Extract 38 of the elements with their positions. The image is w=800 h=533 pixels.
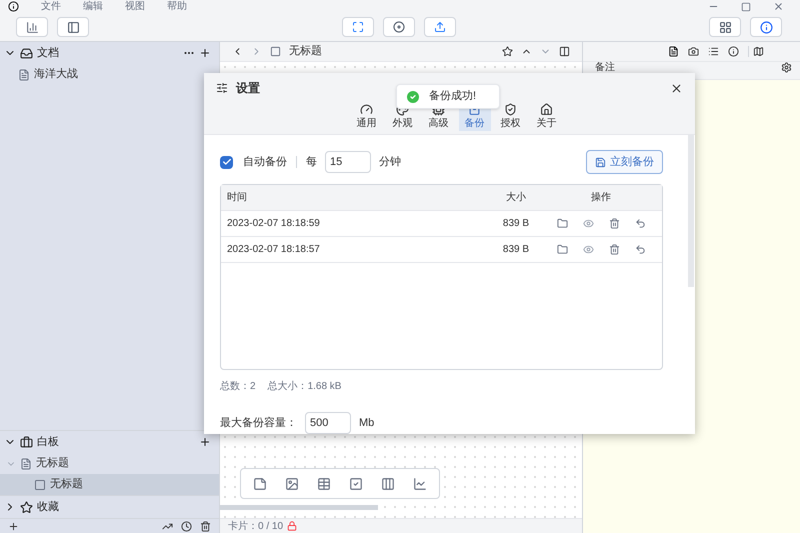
total-size: 总大小：1.68 kB <box>268 380 342 394</box>
table-cell-text: 839 B <box>502 243 530 257</box>
settings-tab[interactable]: 授权 <box>494 103 526 131</box>
column-header: 操作 <box>590 191 612 205</box>
tree-item[interactable]: 海洋大战 <box>0 64 219 85</box>
settings-tab[interactable]: 关于 <box>530 103 562 131</box>
card-count: 卡片：0 / 10 <box>228 520 284 533</box>
table-cell-text: 839 B <box>502 217 530 231</box>
interval-field[interactable]: 15 <box>325 151 371 173</box>
backup-now-button[interactable]: 立刻备份 <box>586 150 663 174</box>
settings-tab[interactable]: 通用 <box>350 103 382 131</box>
section-header[interactable]: 文档 <box>0 42 219 64</box>
table-cell-text: 2023-02-07 18:18:57 <box>227 243 321 257</box>
tree-item[interactable]: 无标题 <box>0 453 219 474</box>
menu-item[interactable]: 帮助 <box>167 2 187 12</box>
menu-item[interactable]: 文件 <box>41 2 61 12</box>
tree-item[interactable]: 无标题 <box>0 474 219 495</box>
column-header: 时间 <box>227 190 248 205</box>
menu-item[interactable]: 视图 <box>125 2 145 12</box>
max-size-unit: Mb <box>359 416 374 431</box>
section-header[interactable]: 收藏 <box>0 496 219 518</box>
max-size-label: 最大备份容量： <box>220 416 297 431</box>
section-header[interactable]: 白板 <box>0 431 219 453</box>
menu-item[interactable]: 编辑 <box>83 2 103 12</box>
unit-label: 分钟 <box>379 154 401 170</box>
table-cell-text: 2023-02-07 18:18:59 <box>227 217 321 231</box>
checkbox-label: 自动备份 <box>243 154 287 170</box>
editor-title: 无标题 <box>289 44 322 60</box>
section-title: 文档 <box>37 46 59 61</box>
total-count: 总数：2 <box>220 380 256 394</box>
notes-title: 备注 <box>595 63 615 73</box>
section-title: 收藏 <box>37 500 59 515</box>
max-size-field[interactable]: 500 <box>305 412 351 434</box>
every-label: 每 <box>306 154 317 170</box>
column-header: 大小 <box>505 190 527 205</box>
toast-message: 备份成功! <box>429 89 476 104</box>
section-title: 白板 <box>37 434 59 450</box>
dialog-title: 设置 <box>236 80 260 97</box>
